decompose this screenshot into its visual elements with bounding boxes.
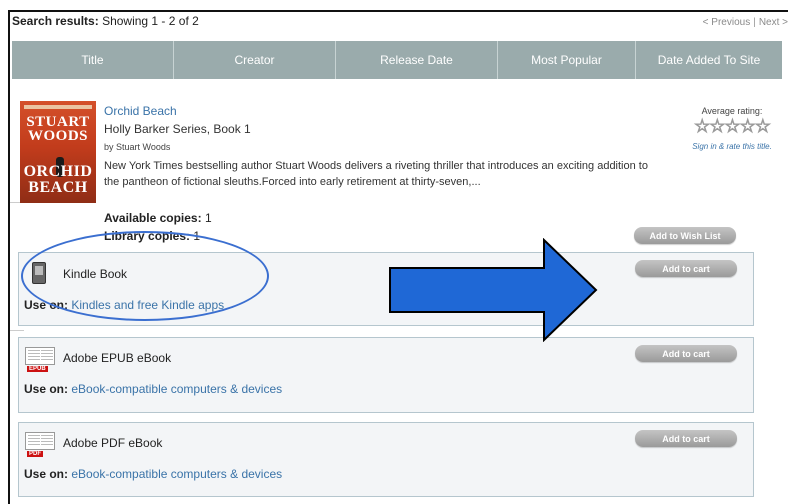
add-to-cart-button[interactable]: Add to cart [635, 345, 737, 362]
cover-title-line: BEACH [28, 179, 88, 196]
pdf-book-icon: PDF [25, 432, 55, 457]
sort-column-bar: Title Creator Release Date Most Popular … [12, 41, 782, 79]
add-to-wish-list-button[interactable]: Add to Wish List [634, 227, 736, 244]
sort-by-title[interactable]: Title [12, 41, 174, 79]
annotation-arrow-icon [389, 238, 598, 342]
sort-by-most-popular[interactable]: Most Popular [498, 41, 636, 79]
book-cover[interactable]: STUART WOODS ORCHID BEACH [20, 101, 96, 203]
format-use-on: Use on: eBook-compatible computers & dev… [24, 467, 282, 481]
use-on-link[interactable]: eBook-compatible computers & devices [71, 382, 282, 396]
book-page-right [41, 435, 53, 447]
available-copies-value: 1 [204, 211, 212, 225]
rating-stars-icon[interactable]: ☆☆☆☆☆ [684, 116, 780, 137]
add-to-cart-button[interactable]: Add to cart [635, 430, 737, 447]
format-pdf-ebook: PDF Adobe PDF eBook Use on: eBook-compat… [18, 422, 754, 497]
sort-by-release-date[interactable]: Release Date [336, 41, 498, 79]
search-results-label: Search results: [12, 14, 99, 28]
highlight-ellipse [21, 231, 269, 321]
available-copies: Available copies: 1 [104, 211, 212, 225]
divider-tick [10, 330, 24, 331]
epub-tag: EPUB [27, 366, 48, 372]
search-results-count: Showing 1 - 2 of 2 [102, 14, 199, 28]
available-copies-label: Available copies: [104, 211, 202, 225]
use-on-label: Use on: [24, 382, 69, 396]
format-epub-ebook: EPUB Adobe EPUB eBook Use on: eBook-comp… [18, 337, 754, 413]
book-page-right [41, 350, 53, 362]
next-link[interactable]: Next > [759, 17, 788, 28]
annotation-arrow-shape [389, 238, 598, 342]
search-results-summary: Search results: Showing 1 - 2 of 2 [12, 14, 199, 28]
cover-title-line: ORCHID [23, 163, 93, 180]
format-name: Adobe PDF eBook [63, 436, 163, 450]
sort-by-creator[interactable]: Creator [174, 41, 336, 79]
pager: < Previous | Next > [703, 17, 788, 28]
book-byline: by Stuart Woods [104, 142, 171, 152]
pdf-tag: PDF [27, 451, 43, 457]
format-use-on: Use on: eBook-compatible computers & dev… [24, 382, 282, 396]
previous-link[interactable]: < Previous [703, 17, 751, 28]
cover-strip [24, 105, 92, 109]
add-to-cart-button[interactable]: Add to cart [635, 260, 737, 277]
book-description: New York Times bestselling author Stuart… [104, 160, 648, 188]
sign-in-rate-link[interactable]: Sign in & rate this title. [680, 142, 784, 151]
book-page-left [28, 350, 40, 362]
sort-by-date-added[interactable]: Date Added To Site [636, 41, 782, 79]
format-name: Adobe EPUB eBook [63, 351, 172, 365]
pager-separator: | [753, 17, 756, 28]
epub-book-icon: EPUB [25, 347, 55, 372]
book-page-left [28, 435, 40, 447]
use-on-label: Use on: [24, 467, 69, 481]
book-series: Holly Barker Series, Book 1 [104, 122, 251, 136]
cover-author-line: WOODS [27, 128, 88, 144]
average-rating-label: Average rating: [701, 106, 763, 116]
use-on-link[interactable]: eBook-compatible computers & devices [71, 467, 282, 481]
book-title-link[interactable]: Orchid Beach [104, 104, 177, 118]
